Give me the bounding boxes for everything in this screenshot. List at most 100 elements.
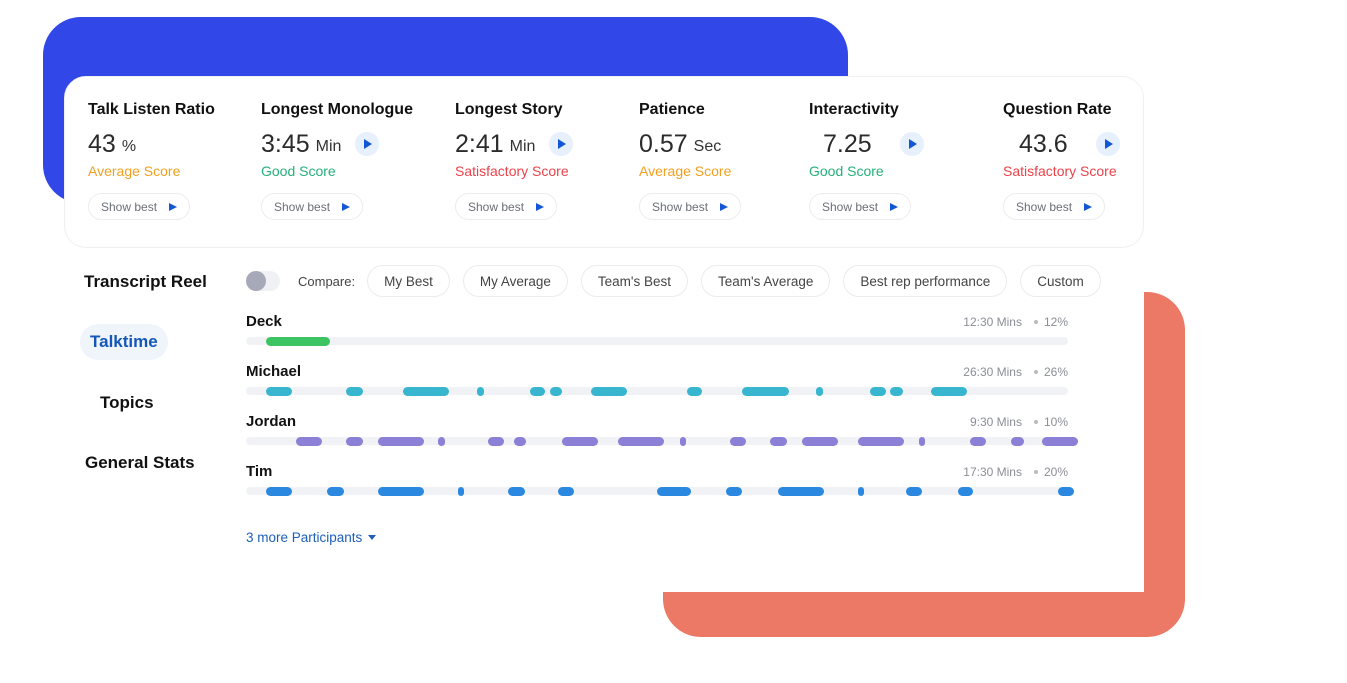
metric-talk-listen-ratio: Talk Listen Ratio 43% Average Score Show be… [88, 101, 215, 220]
talk-segment[interactable] [906, 486, 922, 496]
metric-score: Good Score [261, 163, 336, 179]
compare-chip-teams-best[interactable]: Team's Best [580, 265, 688, 297]
play-icon [342, 202, 351, 211]
compare-chip-teams-average[interactable]: Team's Average [701, 265, 831, 297]
talk-segment[interactable] [508, 486, 525, 496]
compare-chip-best-rep-performance[interactable]: Best rep performance [843, 265, 1008, 297]
talk-segment[interactable] [458, 486, 465, 496]
talk-segment[interactable] [970, 436, 986, 446]
talk-segment[interactable] [726, 486, 742, 496]
compare-chip-custom[interactable]: Custom [1020, 265, 1101, 297]
play-button[interactable] [899, 132, 924, 156]
participant-name: Jordan [246, 413, 297, 430]
participant-percent: 12% [1043, 315, 1068, 329]
participant-stats: 12:30 Mins 12% [963, 315, 1068, 329]
talk-segment[interactable] [265, 336, 330, 346]
talk-segment[interactable] [529, 386, 546, 396]
participant-name: Michael [246, 363, 302, 380]
talk-segment[interactable] [327, 486, 344, 496]
talktime-track[interactable] [246, 486, 1074, 496]
play-icon [1084, 202, 1093, 211]
talk-segment[interactable] [858, 486, 865, 496]
talk-segment[interactable] [742, 386, 789, 396]
talk-segment[interactable] [1058, 486, 1074, 496]
metric-value: 2:41 [455, 129, 504, 158]
metric-interactivity: Interactivity 7.25 Good Score Show best [809, 101, 924, 220]
participant-row-jordan: Jordan 9:30 Mins 10% [246, 413, 1080, 453]
talk-segment[interactable] [816, 386, 824, 396]
metric-value-row: 43.6 [1003, 129, 1120, 159]
talk-segment[interactable] [550, 386, 563, 396]
talktime-track[interactable] [246, 386, 1068, 396]
talk-segment[interactable] [561, 436, 598, 446]
talk-segment[interactable] [869, 386, 886, 396]
talk-segment[interactable] [857, 436, 904, 446]
play-icon [890, 202, 899, 211]
metric-unit: % [121, 138, 137, 155]
talk-segment[interactable] [890, 386, 903, 396]
talk-segment[interactable] [801, 436, 838, 446]
play-icon [720, 202, 729, 211]
talk-segment[interactable] [930, 386, 967, 396]
talk-segment[interactable] [770, 436, 787, 446]
talk-segment[interactable] [377, 486, 424, 496]
talk-segment[interactable] [265, 486, 293, 496]
compare-toggle[interactable] [246, 271, 280, 291]
metric-unit: Min [509, 138, 536, 155]
show-best-button[interactable]: Show best [639, 193, 742, 220]
talk-segment[interactable] [680, 436, 687, 446]
participant-duration: 26:30 Mins [963, 365, 1022, 379]
metric-value: 7.25 [823, 129, 872, 158]
separator-dot [1033, 469, 1038, 474]
talk-segment[interactable] [438, 436, 445, 446]
toggle-knob [246, 271, 266, 291]
metric-question-rate: Question Rate 43.6 Satisfactory Score Show … [1003, 101, 1120, 220]
metric-title: Interactivity [809, 101, 899, 118]
talk-segment[interactable] [558, 486, 574, 496]
show-best-label: Show best [1016, 199, 1073, 214]
talk-segment[interactable] [657, 486, 691, 496]
talk-segment[interactable] [919, 436, 926, 446]
talk-segment[interactable] [487, 436, 505, 446]
show-best-button[interactable]: Show best [88, 193, 191, 220]
play-button[interactable] [1095, 132, 1120, 156]
sidebar-item-topics[interactable]: Topics [100, 393, 154, 413]
participant-name: Deck [246, 313, 282, 330]
talk-segment[interactable] [377, 436, 424, 446]
talk-segment[interactable] [617, 436, 664, 446]
play-button[interactable] [549, 132, 574, 156]
talk-segment[interactable] [730, 436, 746, 446]
more-participants-link[interactable]: 3 more Participants [246, 530, 377, 545]
talktime-track[interactable] [246, 336, 1068, 346]
participant-percent: 10% [1043, 415, 1068, 429]
metric-score: Satisfactory Score [1003, 163, 1117, 179]
talk-segment[interactable] [591, 386, 628, 396]
talk-segment[interactable] [346, 386, 363, 396]
show-best-button[interactable]: Show best [1003, 193, 1106, 220]
talk-segment[interactable] [957, 486, 974, 496]
talk-segment[interactable] [346, 436, 363, 446]
participant-stats: 9:30 Mins 10% [970, 415, 1068, 429]
show-best-button[interactable]: Show best [455, 193, 558, 220]
metric-title: Longest Story [455, 101, 563, 118]
participant-stats: 17:30 Mins 20% [963, 465, 1068, 479]
compare-chip-my-average[interactable]: My Average [462, 265, 568, 297]
talk-segment[interactable] [513, 436, 527, 446]
participant-stats: 26:30 Mins 26% [963, 365, 1068, 379]
sidebar-item-talktime[interactable]: Talktime [80, 324, 168, 360]
talk-segment[interactable] [265, 386, 293, 396]
talk-segment[interactable] [686, 386, 703, 396]
compare-chip-my-best[interactable]: My Best [367, 265, 450, 297]
play-button[interactable] [355, 132, 380, 156]
talk-segment[interactable] [777, 486, 824, 496]
talk-segment[interactable] [403, 386, 450, 396]
metric-value-row: 7.25 [809, 129, 924, 159]
talk-segment[interactable] [296, 436, 322, 446]
show-best-button[interactable]: Show best [809, 193, 912, 220]
talk-segment[interactable] [476, 386, 484, 396]
talk-segment[interactable] [1011, 436, 1024, 446]
talk-segment[interactable] [1041, 436, 1078, 446]
show-best-button[interactable]: Show best [261, 193, 364, 220]
sidebar-item-general-stats[interactable]: General Stats [85, 453, 195, 473]
talktime-track[interactable] [246, 436, 1078, 446]
